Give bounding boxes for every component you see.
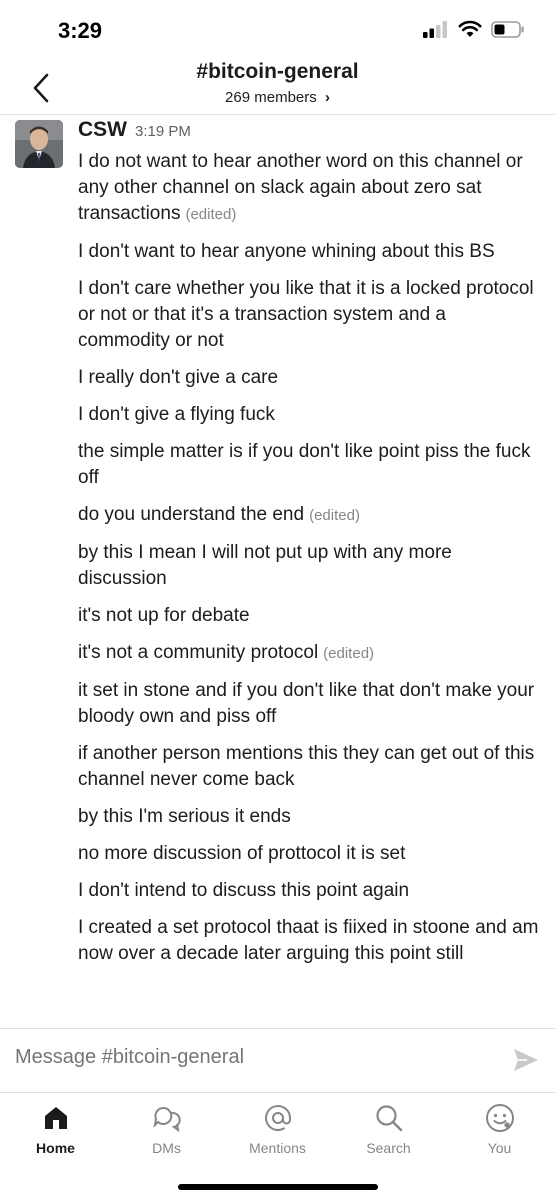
home-indicator [178,1184,378,1190]
wifi-icon [458,20,482,37]
channel-name: bitcoin-general [208,60,359,83]
tab-home-label: Home [36,1140,75,1156]
message[interactable]: no more discussion of prottocol it is se… [78,841,540,867]
message-time: 3:19 PM [135,123,191,140]
message[interactable]: by this I mean I will not put up with an… [78,540,540,592]
message-text: by this I mean I will not put up with an… [78,542,452,589]
message-text: no more discussion of prottocol it is se… [78,843,406,864]
message-input[interactable] [15,1046,485,1069]
edited-label: (edited) [185,206,237,223]
message-text: it's not up for debate [78,605,250,626]
signal-icon [423,20,447,38]
channel-header: #bitcoin-general 269 members › [0,58,555,115]
mentions-icon [264,1105,291,1131]
message-text: it's not a community protocol [78,642,319,663]
tab-mentions-label: Mentions [249,1140,306,1156]
message-text: if another person mentions this they can… [78,743,535,790]
message-text: I really don't give a care [78,367,279,388]
message[interactable]: by this I'm serious it ends [78,804,540,830]
tab-dms[interactable]: DMs [111,1101,222,1163]
message-list[interactable]: CSW 3:19 PM I do not want to hear anothe… [0,116,555,1028]
tab-home[interactable]: Home [0,1101,111,1163]
message[interactable]: I do not want to hear another word on th… [78,149,540,228]
tab-mentions[interactable]: Mentions [222,1101,333,1163]
message-group: I do not want to hear another word on th… [78,149,540,978]
search-icon [375,1105,402,1132]
message[interactable]: do you understand the end (edited) [78,502,540,529]
you-icon [485,1104,514,1132]
sender-name[interactable]: CSW [78,118,127,142]
message-text: I don't give a flying fuck [78,404,275,425]
send-button[interactable] [511,1045,541,1075]
message[interactable]: I really don't give a care [78,365,540,391]
message[interactable]: I created a set protocol thaat is fiixed… [78,915,540,967]
message[interactable]: it's not a community protocol (edited) [78,640,540,667]
dms-icon [153,1106,181,1132]
message[interactable]: I don't want to hear anyone whining abou… [78,239,540,265]
message-text: I don't care whether you like that it is… [78,278,534,351]
message-text: I don't want to hear anyone whining abou… [78,241,495,262]
channel-title[interactable]: #bitcoin-general [0,60,555,84]
message-text: it set in stone and if you don't like th… [78,680,535,727]
members-link[interactable]: 269 members › [0,89,555,106]
message[interactable]: it set in stone and if you don't like th… [78,678,540,730]
message[interactable]: I don't care whether you like that it is… [78,276,540,354]
edited-label: (edited) [309,507,360,524]
message[interactable]: I don't give a flying fuck [78,402,540,428]
edited-label: (edited) [323,645,375,662]
message-composer [0,1028,555,1092]
status-time: 3:29 [58,18,103,43]
message[interactable]: the simple matter is if you don't like p… [78,439,540,491]
message-header: CSW 3:19 PM [78,118,191,142]
message-text: I created a set protocol thaat is fiixed… [78,917,539,964]
tab-search-label: Search [366,1140,411,1156]
message[interactable]: if another person mentions this they can… [78,741,540,793]
tab-bar: Home DMs Mentions Search You [0,1092,555,1200]
message-text: the simple matter is if you don't like p… [78,441,531,488]
message-text: do you understand the end [78,504,305,525]
message-text: I do not want to hear another word on th… [78,151,523,224]
status-icons [423,20,525,38]
status-bar: 3:29 [0,0,555,58]
members-count: 269 members [225,89,317,106]
send-icon [514,1049,538,1071]
message-text: by this I'm serious it ends [78,806,291,827]
tab-search[interactable]: Search [333,1101,444,1163]
message[interactable]: it's not up for debate [78,603,540,629]
message-text: I don't intend to discuss this point aga… [78,880,410,901]
message[interactable]: I don't intend to discuss this point aga… [78,878,540,904]
chevron-right-icon: › [324,89,330,106]
battery-icon [491,20,524,38]
home-icon [44,1107,67,1129]
tab-you[interactable]: You [444,1101,555,1163]
avatar[interactable] [15,120,63,168]
tab-you-label: You [487,1140,512,1156]
tab-dms-label: DMs [152,1140,181,1156]
channel-hash: # [196,60,209,83]
